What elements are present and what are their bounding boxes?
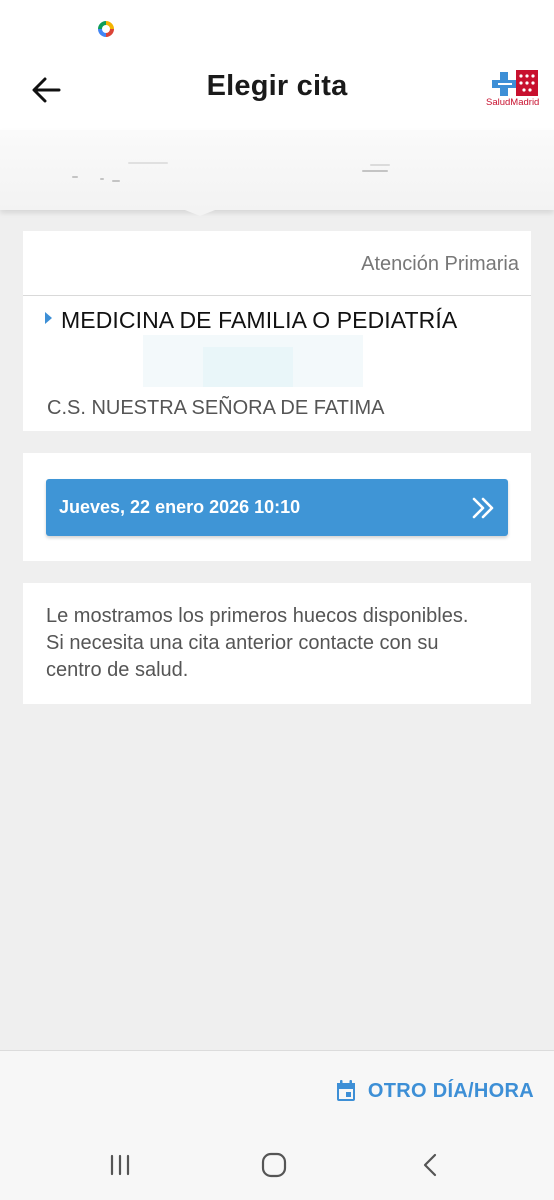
slot-label: Jueves, 22 enero 2026 10:10 — [59, 497, 301, 517]
patient-banner-obscured — [0, 130, 554, 210]
double-chevron-right-icon — [472, 497, 494, 519]
recent-apps-icon — [110, 1154, 130, 1176]
health-centre-name: C.S. NUESTRA SEÑORA DE FATIMA — [47, 397, 385, 419]
bottom-action-bar: OTRO DÍA/HORA — [0, 1050, 554, 1130]
banner-notch — [180, 208, 220, 216]
service-area: Atención Primaria — [361, 253, 519, 275]
app-bar: Elegir cita SaludMadrid — [0, 50, 554, 130]
screen: Elegir cita SaludMadrid Atención Primari… — [0, 0, 554, 1200]
caret-right-icon — [45, 312, 52, 324]
system-nav-bar — [0, 1130, 554, 1200]
recent-apps-button[interactable] — [98, 1150, 142, 1180]
other-date-button[interactable]: OTRO DÍA/HORA — [334, 1073, 534, 1109]
appointment-slot-button[interactable]: Jueves, 22 enero 2026 10:10 — [46, 479, 508, 536]
calendar-icon — [336, 1080, 355, 1101]
page-title: Elegir cita — [206, 70, 348, 102]
status-bar — [0, 0, 554, 50]
home-icon — [261, 1152, 287, 1178]
logo-text: SaludMadrid — [486, 97, 540, 108]
system-back-button[interactable] — [408, 1150, 452, 1180]
redacted-area — [203, 347, 293, 387]
specialty-name: MEDICINA DE FAMILIA O PEDIATRÍA — [61, 307, 458, 333]
other-date-label: OTRO DÍA/HORA — [367, 1079, 534, 1102]
info-card: Le mostramos los primeros huecos disponi… — [23, 583, 531, 704]
service-card: Atención Primaria MEDICINA DE FAMILIA O … — [23, 231, 531, 431]
divider — [23, 295, 531, 296]
home-button[interactable] — [252, 1150, 296, 1180]
slot-card: Jueves, 22 enero 2026 10:10 — [23, 453, 531, 561]
notification-app-icon — [98, 21, 114, 37]
chevron-left-icon — [423, 1153, 437, 1177]
info-text: Le mostramos los primeros huecos disponi… — [46, 605, 469, 681]
